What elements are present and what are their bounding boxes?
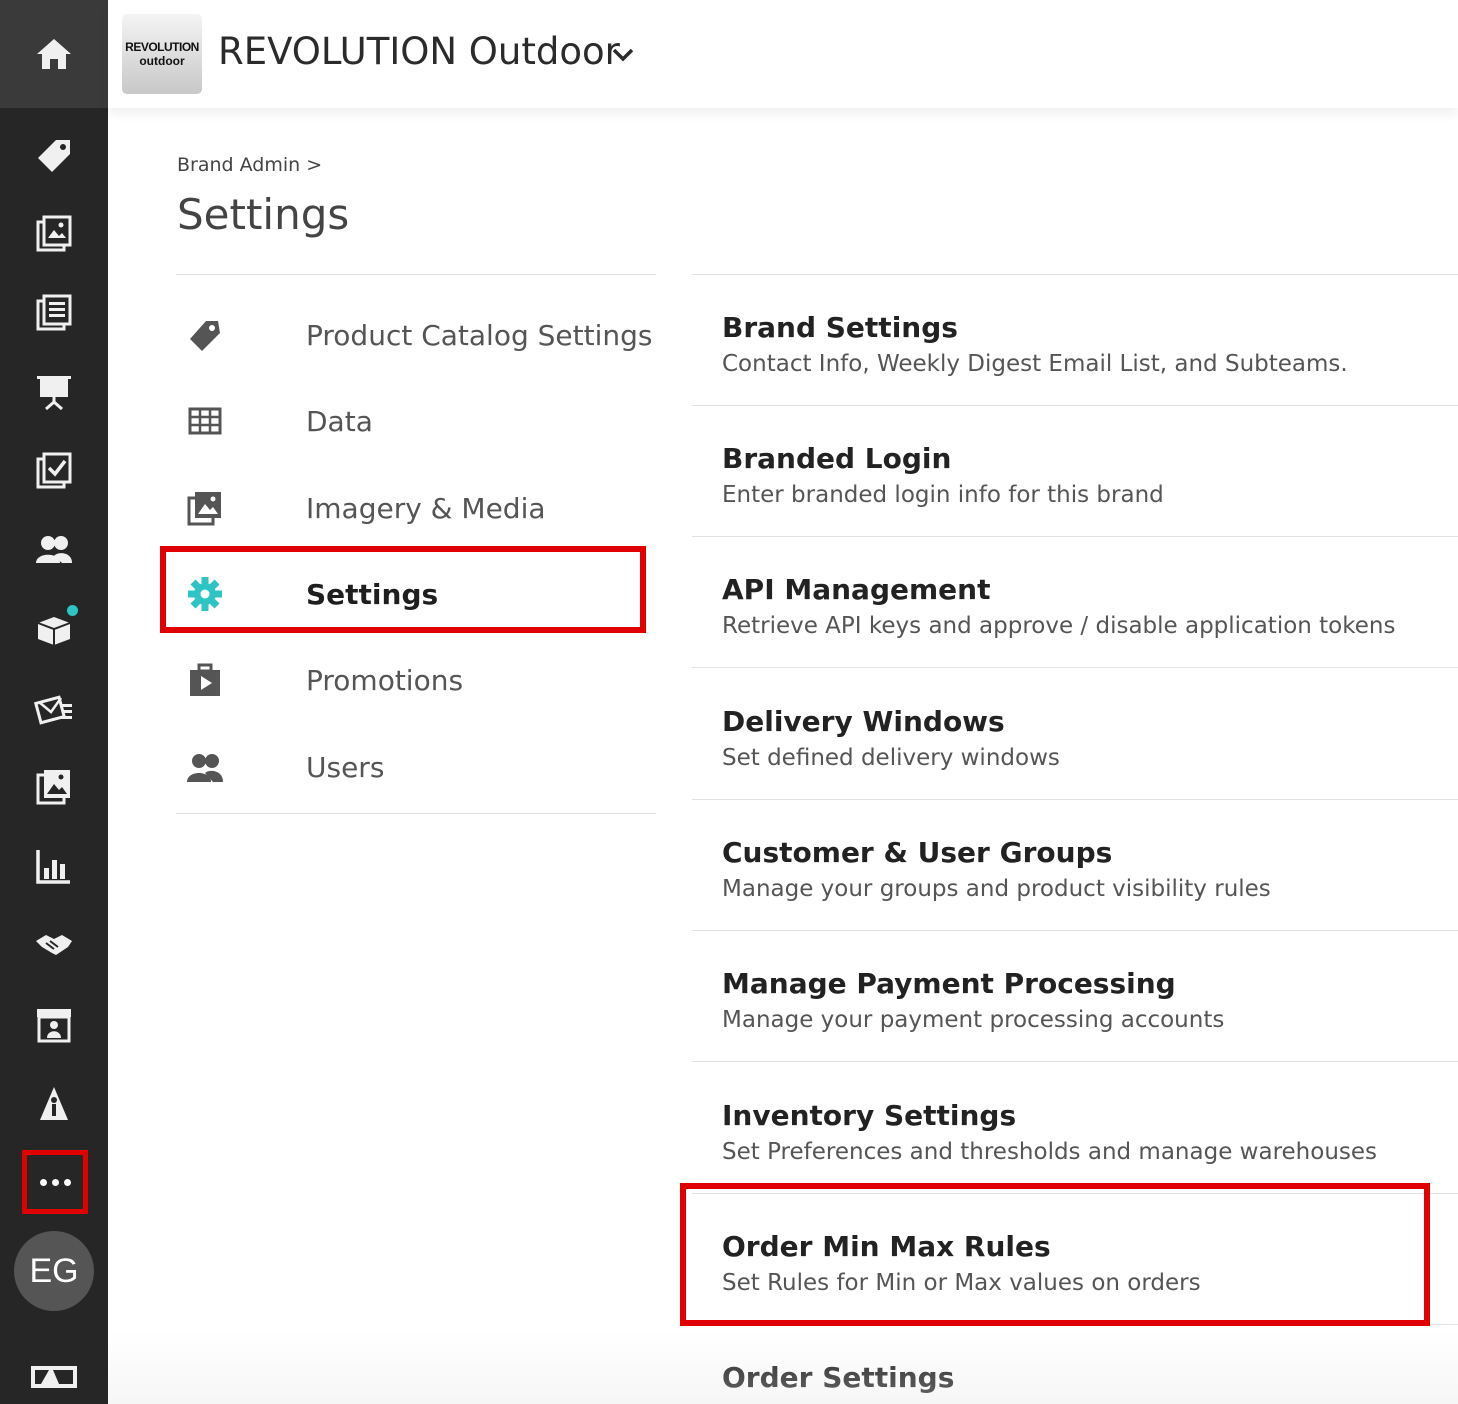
nav-item-imagery-media[interactable]: Imagery & Media <box>176 464 656 550</box>
image-icon <box>187 492 221 526</box>
app-root: EG REVOLUTION outdoor REVOLUTION Outdoor… <box>0 0 1458 1404</box>
breadcrumb[interactable]: Brand Admin > <box>177 154 322 176</box>
settings-item-title: Manage Payment Processing <box>722 967 1176 1000</box>
home-button[interactable] <box>0 0 108 108</box>
nav-item-label: Imagery & Media <box>306 492 546 525</box>
tag-icon <box>190 321 220 351</box>
rail-bottom-logo <box>0 1350 108 1404</box>
settings-item-order-settings[interactable]: Order Settings <box>692 1325 1458 1404</box>
mail-icon <box>34 695 72 725</box>
company-logo-icon <box>31 1366 77 1388</box>
brand-logo-line2: outdoor <box>139 54 185 68</box>
settings-item-title: API Management <box>722 573 991 606</box>
notification-dot <box>67 605 78 616</box>
settings-item-title: Inventory Settings <box>722 1099 1017 1132</box>
settings-nav: Product Catalog Settings Data Imagery & … <box>176 274 656 814</box>
storefront-icon <box>37 1009 71 1043</box>
document-list-icon <box>36 294 72 331</box>
settings-item-title: Brand Settings <box>722 311 958 344</box>
rail-presentation-button[interactable] <box>0 357 108 427</box>
rail-chart-button[interactable] <box>0 831 108 901</box>
settings-item-description: Enter branded login info for this brand <box>722 482 1164 508</box>
rail-tag-button[interactable] <box>0 121 108 191</box>
brand-name[interactable]: REVOLUTION Outdoor <box>218 30 620 73</box>
table-icon <box>188 407 222 435</box>
rail-person-button[interactable] <box>0 1069 108 1139</box>
settings-item-delivery-windows[interactable]: Delivery Windows Set defined delivery wi… <box>692 669 1458 800</box>
tag-icon <box>38 140 70 172</box>
settings-item-description: Retrieve API keys and approve / disable … <box>722 613 1396 639</box>
more-dot <box>39 1178 47 1186</box>
settings-item-description: Set Preferences and thresholds and manag… <box>722 1139 1378 1165</box>
home-icon <box>37 39 71 69</box>
rail-image-button[interactable] <box>0 752 108 822</box>
settings-nav-highlight-box <box>160 546 646 633</box>
settings-item-description: Set defined delivery windows <box>722 745 1060 771</box>
icon-rail: EG <box>0 0 108 1404</box>
more-dot <box>63 1178 71 1186</box>
nav-item-label: Promotions <box>306 664 464 697</box>
order-min-max-highlight-box <box>680 1183 1430 1326</box>
nav-item-label: Data <box>306 405 373 438</box>
presentation-icon <box>37 376 71 411</box>
nav-item-promotions[interactable]: Promotions <box>176 636 656 722</box>
handshake-icon <box>36 935 72 955</box>
settings-item-customer-user-groups[interactable]: Customer & User Groups Manage your group… <box>692 800 1458 931</box>
settings-item-brand-settings[interactable]: Brand Settings Contact Info, Weekly Dige… <box>692 275 1458 406</box>
nav-item-product-catalog-settings[interactable]: Product Catalog Settings <box>176 291 656 377</box>
brand-logo-line1: REVOLUTION <box>125 40 199 54</box>
rail-users-button[interactable] <box>0 515 108 585</box>
top-header: REVOLUTION outdoor REVOLUTION Outdoor <box>108 0 1458 108</box>
rail-catalog-button[interactable] <box>0 199 108 269</box>
checklist-icon <box>36 452 72 489</box>
photo-catalog-icon <box>36 215 72 252</box>
settings-item-title: Delivery Windows <box>722 705 1005 738</box>
promotions-icon <box>190 663 220 696</box>
users-icon <box>36 536 72 563</box>
users-icon <box>187 754 223 782</box>
nav-item-users[interactable]: Users <box>176 723 656 809</box>
image-icon <box>36 770 70 805</box>
page-title: Settings <box>177 190 350 239</box>
box-icon <box>37 617 71 645</box>
chevron-down-icon[interactable] <box>608 40 638 70</box>
chart-icon <box>36 850 70 884</box>
settings-item-description: Contact Info, Weekly Digest Email List, … <box>722 351 1348 377</box>
settings-item-manage-payment-processing[interactable]: Manage Payment Processing Manage your pa… <box>692 931 1458 1062</box>
more-menu-button[interactable] <box>22 1150 88 1214</box>
person-icon <box>40 1087 68 1120</box>
settings-item-api-management[interactable]: API Management Retrieve API keys and app… <box>692 537 1458 668</box>
rail-storefront-button[interactable] <box>0 990 108 1060</box>
brand-logo[interactable]: REVOLUTION outdoor <box>122 14 202 94</box>
nav-item-label: Users <box>306 751 385 784</box>
more-dot <box>51 1178 59 1186</box>
settings-item-title: Branded Login <box>722 442 952 475</box>
settings-item-description: Manage your payment processing accounts <box>722 1007 1225 1033</box>
settings-item-branded-login[interactable]: Branded Login Enter branded login info f… <box>692 406 1458 537</box>
rail-box-button[interactable] <box>0 594 108 664</box>
rail-checklist-button[interactable] <box>0 436 108 506</box>
rail-mail-button[interactable] <box>0 673 108 743</box>
avatar[interactable]: EG <box>14 1231 94 1311</box>
nav-item-label: Product Catalog Settings <box>306 319 653 352</box>
settings-item-description: Manage your groups and product visibilit… <box>722 876 1271 902</box>
nav-item-data[interactable]: Data <box>176 377 656 463</box>
settings-item-inventory-settings[interactable]: Inventory Settings Set Preferences and t… <box>692 1063 1458 1194</box>
settings-item-title: Order Settings <box>722 1361 955 1394</box>
rail-documents-button[interactable] <box>0 278 108 348</box>
rail-partners-button[interactable] <box>0 910 108 980</box>
settings-item-title: Customer & User Groups <box>722 836 1113 869</box>
